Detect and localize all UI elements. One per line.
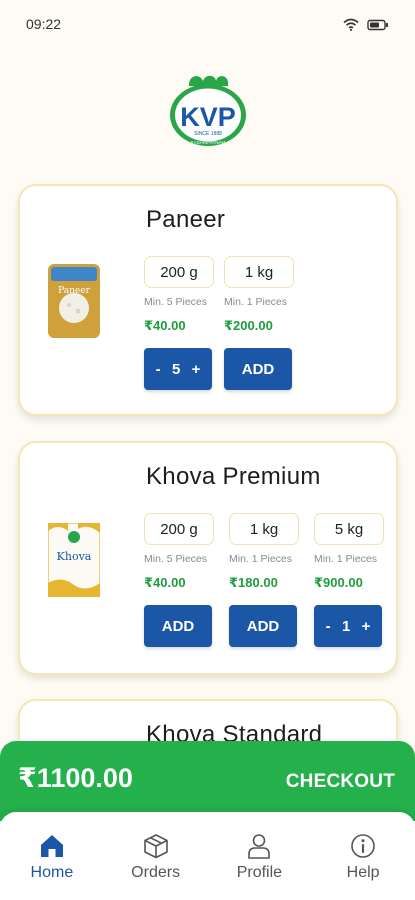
- nav-label: Help: [346, 864, 380, 881]
- nav-item-home[interactable]: Home: [12, 832, 92, 882]
- kvp-logo: KVP SINCE 1988 KASARIPATNAM: [164, 70, 252, 150]
- logo-subtext: SINCE 1988: [194, 131, 222, 137]
- nav-label: Profile: [236, 864, 283, 881]
- weight-option[interactable]: 1 kg: [229, 513, 299, 545]
- variant-1kg: 1 kg Min. 1 Pieces ₹200.00: [224, 256, 296, 334]
- variant-200g: 200 g Min. 5 Pieces ₹40.00: [144, 256, 216, 334]
- min-quantity: Min. 1 Pieces: [224, 296, 288, 308]
- khova-package-image: Khova: [48, 523, 100, 597]
- increment-button[interactable]: +: [192, 361, 201, 378]
- logo-text: KVP: [180, 102, 236, 132]
- checkout-button[interactable]: CHECKOUT: [286, 771, 395, 793]
- wifi-icon: [343, 18, 359, 31]
- variant-1kg: 1 kg Min. 1 Pieces ₹180.00: [229, 513, 301, 591]
- min-quantity: Min. 5 Pieces: [144, 553, 208, 565]
- weight-option[interactable]: 1 kg: [224, 256, 294, 288]
- price: ₹180.00: [229, 575, 278, 590]
- quantity-value: 1: [341, 617, 351, 635]
- variant-5kg: 5 kg Min. 1 Pieces ₹900.00: [314, 513, 386, 591]
- info-icon: [351, 834, 375, 858]
- paneer-package-image: Paneer: [48, 264, 100, 338]
- price: ₹900.00: [314, 575, 363, 590]
- status-time: 09:22: [26, 16, 62, 32]
- product-card-paneer: Paneer Paneer 200 g Min. 5 Pieces ₹40.00…: [18, 184, 398, 416]
- price: ₹200.00: [224, 318, 273, 333]
- logo-ring-text: KASARIPATNAM: [191, 140, 226, 145]
- quantity-value: 5: [171, 360, 181, 378]
- cart-total: ₹1100.00: [18, 763, 133, 793]
- nav-label: Home: [30, 864, 74, 881]
- quantity-stepper: - 5 +: [144, 348, 212, 390]
- user-icon: [248, 834, 271, 859]
- product-card-khova-premium: Khova Premium Khova 200 g Min. 5 Pieces …: [18, 441, 398, 675]
- nav-item-help[interactable]: Help: [323, 832, 403, 882]
- svg-text:Khova: Khova: [57, 550, 92, 563]
- min-quantity: Min. 1 Pieces: [229, 553, 293, 565]
- price: ₹40.00: [144, 575, 186, 590]
- min-quantity: Min. 5 Pieces: [144, 296, 208, 308]
- home-icon: [40, 835, 63, 857]
- box-icon: [143, 834, 168, 859]
- product-title: Paneer: [146, 206, 226, 233]
- product-title: Khova Premium: [146, 463, 321, 490]
- add-button[interactable]: ADD: [224, 348, 292, 390]
- bottom-nav: Home Orders Profile Help: [0, 812, 415, 900]
- battery-icon: [367, 19, 388, 30]
- svg-text:Paneer: Paneer: [58, 286, 90, 296]
- price: ₹40.00: [144, 318, 186, 333]
- weight-option[interactable]: 5 kg: [314, 513, 384, 545]
- add-button[interactable]: ADD: [229, 605, 297, 647]
- weight-option[interactable]: 200 g: [144, 256, 214, 288]
- decrement-button[interactable]: -: [326, 618, 331, 635]
- variant-200g: 200 g Min. 5 Pieces ₹40.00: [144, 513, 216, 591]
- min-quantity: Min. 1 Pieces: [314, 553, 378, 565]
- add-button[interactable]: ADD: [144, 605, 212, 647]
- nav-item-orders[interactable]: Orders: [116, 832, 196, 882]
- checkout-bar: ₹1100.00 CHECKOUT: [0, 741, 415, 821]
- status-bar: 09:22: [0, 0, 415, 48]
- weight-option[interactable]: 200 g: [144, 513, 214, 545]
- decrement-button[interactable]: -: [156, 361, 161, 378]
- increment-button[interactable]: +: [362, 618, 371, 635]
- nav-item-profile[interactable]: Profile: [219, 832, 299, 882]
- nav-label: Orders: [131, 864, 181, 881]
- quantity-stepper: - 1 +: [314, 605, 382, 647]
